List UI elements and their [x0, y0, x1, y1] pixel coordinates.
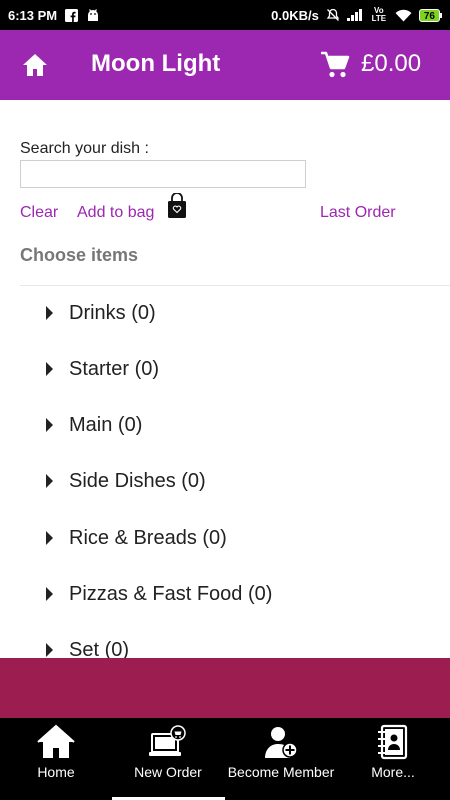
search-input[interactable] [20, 160, 306, 188]
cart-icon[interactable] [320, 51, 350, 79]
clear-button[interactable]: Clear [20, 204, 58, 222]
nav-more[interactable]: More... [337, 718, 449, 800]
caret-right-icon [46, 587, 53, 601]
battery-icon: 76 [418, 8, 442, 22]
nav-new-order[interactable]: New Order [112, 718, 224, 800]
status-bar: 6:13 PM 0.0KB/s Vo LTE 76 [0, 0, 450, 30]
add-member-icon [261, 724, 301, 760]
status-right: 0.0KB/s Vo LTE 76 [271, 7, 442, 23]
category-label: Set (0) [69, 639, 130, 658]
caret-right-icon [46, 643, 53, 657]
network-speed: 0.0KB/s [271, 7, 319, 23]
cart-total[interactable]: £0.00 [361, 50, 421, 78]
caret-right-icon [46, 418, 53, 432]
nav-become-member[interactable]: Become Member [225, 718, 337, 800]
category-item-side-dishes[interactable]: Side Dishes (0) [0, 454, 450, 510]
app-bar: Moon Light £0.00 [0, 30, 450, 100]
category-label: Starter (0) [69, 358, 160, 380]
category-label: Side Dishes (0) [69, 470, 206, 492]
battery-level: 76 [418, 8, 440, 22]
caret-right-icon [46, 362, 53, 376]
bottom-nav: Home New Order Become Member More... [0, 718, 450, 800]
category-item-set[interactable]: Set (0) [0, 623, 450, 658]
facebook-icon [65, 8, 79, 22]
status-left: 6:13 PM [8, 8, 100, 23]
category-label: Drinks (0) [69, 302, 156, 324]
caret-right-icon [46, 531, 53, 545]
nav-label: More... [371, 764, 415, 780]
app-title: Moon Light [91, 50, 221, 77]
nav-label: New Order [134, 764, 202, 780]
last-order-button[interactable]: Last Order [320, 204, 396, 222]
status-time: 6:13 PM [8, 7, 58, 23]
contacts-book-icon [373, 724, 413, 760]
category-label: Pizzas & Fast Food (0) [69, 583, 273, 605]
home-icon [36, 724, 76, 760]
shopping-bag-icon[interactable] [166, 192, 188, 219]
caret-right-icon [46, 306, 53, 320]
category-label: Rice & Breads (0) [69, 527, 227, 549]
nav-label: Become Member [227, 764, 335, 780]
category-item-drinks[interactable]: Drinks (0) [0, 286, 450, 342]
nav-label: Home [37, 764, 75, 780]
category-item-main[interactable]: Main (0) [0, 398, 450, 454]
category-item-starter[interactable]: Starter (0) [0, 342, 450, 398]
caret-right-icon [46, 474, 53, 488]
add-to-bag-button[interactable]: Add to bag [77, 204, 154, 222]
home-icon[interactable] [22, 53, 48, 77]
wifi-icon [395, 9, 412, 22]
battery-tip [440, 12, 442, 18]
new-order-icon [148, 724, 188, 760]
search-label: Search your dish : [20, 140, 149, 157]
signal-icon [346, 9, 363, 21]
android-icon [86, 8, 100, 22]
category-item-rice-breads[interactable]: Rice & Breads (0) [0, 511, 450, 567]
category-label: Main (0) [69, 414, 143, 436]
category-item-pizzas-fast-food[interactable]: Pizzas & Fast Food (0) [0, 567, 450, 623]
nav-home[interactable]: Home [0, 718, 112, 800]
footer-band [0, 658, 450, 718]
mute-icon [326, 8, 340, 22]
choose-items-heading: Choose items [20, 245, 139, 265]
category-list: Drinks (0) Starter (0) Main (0) Side Dis… [0, 286, 450, 658]
volte-indicator: Vo LTE [371, 6, 387, 23]
